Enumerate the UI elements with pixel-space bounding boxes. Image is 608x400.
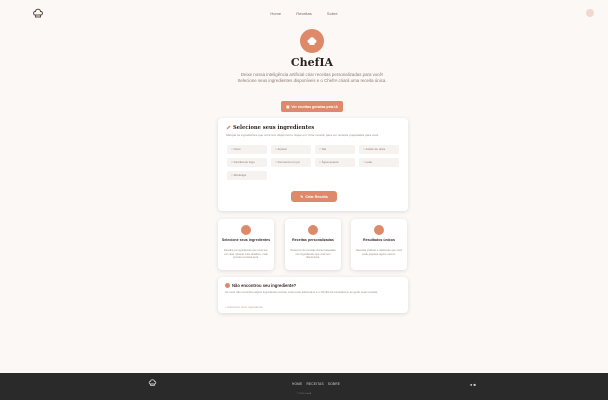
sparkle-icon	[308, 225, 318, 235]
ingredient-label: Farinha de trigo	[233, 160, 255, 164]
feature-description: Receitas criativas e deliciosas que você…	[356, 249, 402, 256]
feature-description: Escolha os ingredientes que você tem em …	[224, 249, 268, 260]
selector-subtitle: Marque os ingredientes que você tem disp…	[226, 133, 380, 137]
ingredient-label: Ovos	[233, 147, 241, 151]
ingredient-label: Leite	[365, 160, 373, 164]
create-recipe-label: Criar Receita	[305, 194, 328, 199]
footer-copyright: © 2025 ChefIA	[296, 393, 312, 395]
feature-title: Selecione seus ingredientes	[221, 238, 271, 242]
ingredient-checkbox[interactable]: ○ Farinha de trigo	[227, 158, 267, 167]
star-icon	[374, 225, 384, 235]
top-bar: Home Receitas Sobre	[0, 0, 608, 26]
selector-title: Selecione seus ingredientes	[233, 125, 315, 131]
chef-hat-hero-icon	[300, 29, 324, 53]
pencil-icon: ✎	[300, 194, 304, 199]
list-icon	[241, 225, 251, 235]
ingredient-label: Azeite de oliva	[365, 147, 385, 151]
missing-ingredient-description: Se você não encontrou algum ingrediente …	[225, 290, 379, 294]
ingredient-label: Água quente	[321, 160, 339, 164]
footer-social: ● ■	[470, 382, 476, 387]
nav-item-home[interactable]: Home	[270, 11, 281, 16]
nav-item-sobre[interactable]: Sobre	[327, 11, 338, 16]
feature-title: Receitas personalizadas	[292, 238, 334, 242]
feature-card: Selecione seus ingredientes Escolha os i…	[218, 219, 274, 270]
ingredient-checkbox[interactable]: ○ Açúcar	[271, 145, 311, 154]
missing-ingredient-title: Não encontrou seu ingrediente?	[232, 283, 297, 288]
create-recipe-button[interactable]: ✎ Criar Receita	[291, 191, 337, 202]
footer-link-home[interactable]: HOME	[292, 382, 302, 386]
footer: HOME RECEITAS SOBRE ● ■ © 2025 ChefIA	[0, 373, 608, 400]
footer-link-receitas[interactable]: RECEITAS	[306, 382, 323, 386]
instagram-icon[interactable]: ■	[474, 382, 476, 387]
footer-link-sobre[interactable]: SOBRE	[328, 382, 340, 386]
github-icon[interactable]: ●	[470, 382, 472, 387]
pencil-icon	[226, 125, 231, 130]
ingredient-checkbox[interactable]: ○ Ovos	[227, 145, 267, 154]
ingredient-label: Sal	[321, 147, 326, 151]
view-generated-recipes-button[interactable]: ▣ Ver receitas geradas pela IA	[281, 101, 343, 112]
user-avatar[interactable]	[586, 9, 594, 17]
info-icon	[225, 283, 230, 288]
hero-description: Deixe nossa inteligência artificial cria…	[237, 72, 387, 83]
feature-card: Resultados únicos Receitas criativas e d…	[351, 219, 407, 270]
ingredient-checkbox[interactable]: ○ Sal	[315, 145, 355, 154]
feature-description: Nossa IA cria receitas únicas baseadas n…	[290, 249, 336, 260]
ingredient-checkbox[interactable]: ○ Fermento em pó	[271, 158, 311, 167]
feature-title: Resultados únicos	[363, 238, 395, 242]
ingredient-selector-card: Selecione seus ingredientes Marque os in…	[218, 118, 408, 211]
main-nav: Home Receitas Sobre	[0, 11, 608, 16]
ingredient-checkbox[interactable]: ○ Leite	[359, 158, 399, 167]
robot-icon: ▣	[286, 104, 290, 109]
add-ingredient-link[interactable]: + Adicionar novo ingrediente	[225, 305, 263, 309]
nav-item-receitas[interactable]: Receitas	[296, 11, 312, 16]
footer-nav: HOME RECEITAS SOBRE	[292, 382, 343, 386]
ingredient-label: Manteiga	[233, 173, 246, 177]
ingredient-label: Açúcar	[277, 147, 287, 151]
ingredient-checkbox[interactable]: ○ Azeite de oliva	[359, 145, 399, 154]
view-generated-recipes-label: Ver receitas geradas pela IA	[291, 104, 338, 109]
page-title: ChefIA	[290, 56, 334, 69]
ingredient-label: Fermento em pó	[277, 160, 300, 164]
feature-card: Receitas personalizadas Nossa IA cria re…	[285, 219, 341, 270]
chef-hat-footer-icon[interactable]	[148, 378, 157, 387]
ingredient-checkbox[interactable]: ○ Manteiga	[227, 171, 267, 180]
missing-ingredient-card: Não encontrou seu ingrediente? Se você n…	[218, 277, 408, 313]
ingredient-checkbox[interactable]: ○ Água quente	[315, 158, 355, 167]
